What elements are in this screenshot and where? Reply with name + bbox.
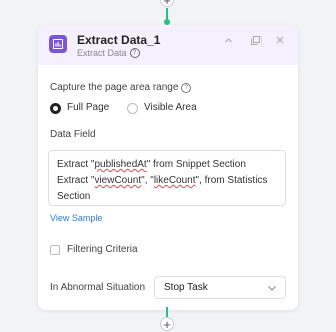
help-icon[interactable]: ? bbox=[129, 48, 140, 58]
data-field-line-1: Extract "publishedAt" from Snippet Secti… bbox=[57, 159, 246, 170]
visible-area-label[interactable]: Visible Area bbox=[144, 102, 197, 113]
abnormal-situation-select[interactable]: Stop Task bbox=[154, 276, 286, 299]
data-field-label: Data Field bbox=[50, 129, 96, 140]
visible-area-radio[interactable] bbox=[127, 103, 138, 114]
extract-data-node-card[interactable]: Extract Data_1 Extract Data ? Capture th… bbox=[38, 25, 298, 310]
data-field-line-2: Extract "viewCount", "likeCount", from S… bbox=[57, 175, 268, 186]
close-icon[interactable] bbox=[273, 33, 287, 47]
data-table-icon bbox=[49, 35, 67, 53]
filtering-criteria-label[interactable]: Filtering Criteria bbox=[67, 244, 138, 255]
node-title: Extract Data_1 bbox=[77, 33, 161, 47]
connector-line-bottom bbox=[166, 307, 168, 317]
help-icon[interactable]: ? bbox=[181, 83, 192, 93]
capture-range-label: Capture the page area range? bbox=[50, 82, 192, 93]
filtering-criteria-checkbox[interactable] bbox=[50, 245, 60, 255]
full-page-label[interactable]: Full Page bbox=[67, 102, 109, 113]
chevron-up-icon[interactable] bbox=[221, 33, 235, 47]
copy-icon[interactable] bbox=[248, 33, 262, 47]
add-step-above-button[interactable]: + bbox=[160, 0, 174, 7]
node-subtitle: Extract Data bbox=[77, 48, 127, 58]
add-step-below-button[interactable]: + bbox=[160, 317, 174, 331]
data-field-textarea[interactable]: Extract "publishedAt" from Snippet Secti… bbox=[48, 150, 286, 206]
view-sample-link[interactable]: View Sample bbox=[50, 213, 102, 223]
chevron-down-icon bbox=[268, 286, 276, 291]
full-page-radio[interactable] bbox=[50, 103, 61, 114]
abnormal-situation-value: Stop Task bbox=[164, 282, 208, 293]
data-field-line-3: Section bbox=[57, 191, 91, 202]
node-header: Extract Data_1 Extract Data ? bbox=[38, 25, 298, 65]
abnormal-situation-label: In Abnormal Situation bbox=[50, 282, 146, 293]
